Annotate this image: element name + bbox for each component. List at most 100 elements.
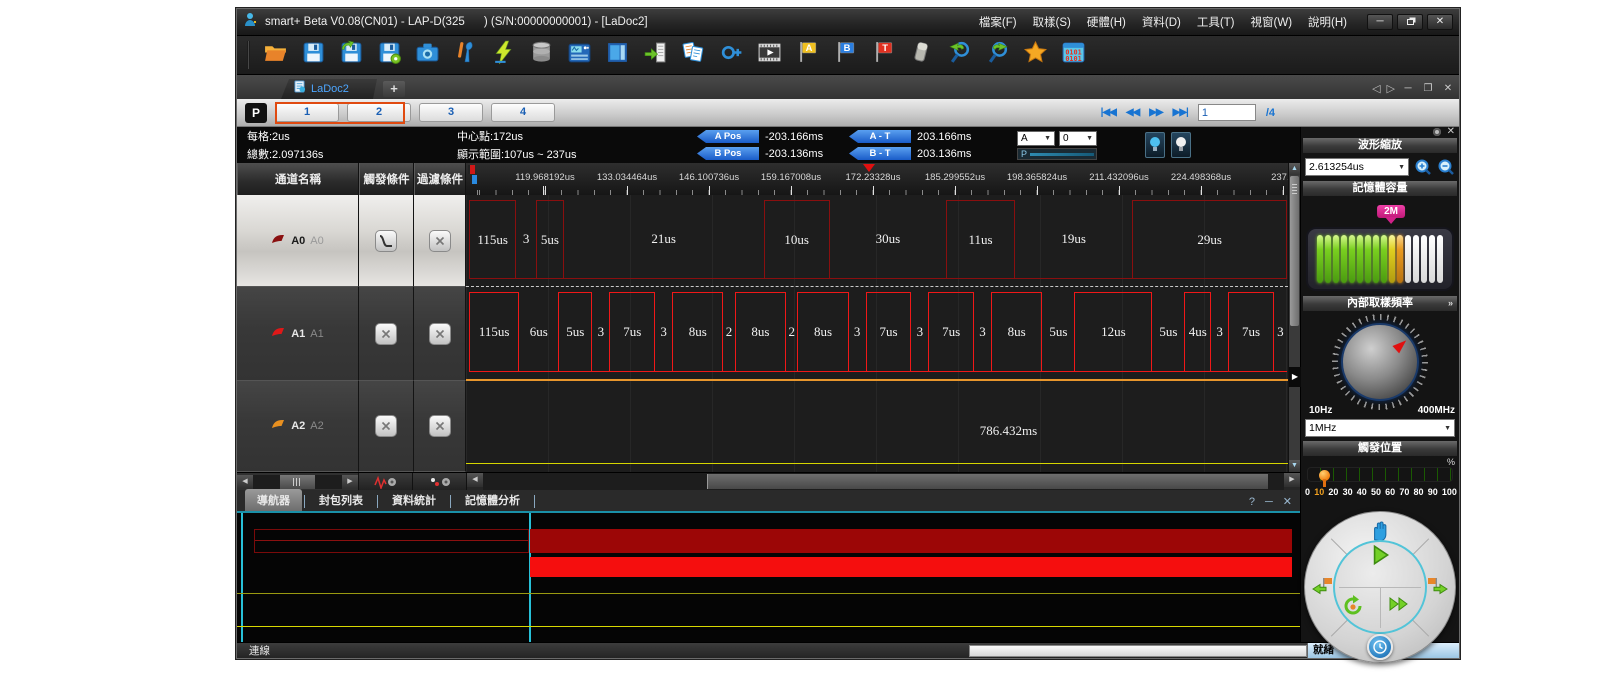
favorite-star-button[interactable] <box>1022 42 1048 68</box>
memory-database-button[interactable] <box>528 42 554 68</box>
bulb-on-button[interactable] <box>1145 132 1165 158</box>
frequency-select[interactable]: 1MHz▼ <box>1305 419 1455 437</box>
pin-icon[interactable] <box>1433 128 1441 136</box>
scroll-left-button[interactable]: ◀ <box>237 475 253 489</box>
bulb-off-button[interactable] <box>1171 132 1191 158</box>
filter-condition-button[interactable] <box>429 230 451 252</box>
go-previous-flag-button[interactable] <box>1311 576 1335 598</box>
menu-item-3[interactable]: 資料(D) <box>1136 11 1187 33</box>
save-settings-button[interactable] <box>376 42 402 68</box>
bottom-tab-1[interactable]: 封包列表 <box>307 489 375 511</box>
repeat-button[interactable] <box>1341 594 1365 618</box>
filter-condition-button[interactable] <box>429 323 451 345</box>
flag-b-button[interactable]: B <box>832 42 858 68</box>
scroll-down-button[interactable]: ▼ <box>1289 460 1300 472</box>
doc-minimize-button[interactable]: ─ <box>1401 83 1415 94</box>
panel-close-button[interactable]: ✕ <box>1283 495 1292 508</box>
tab-scroll-left-icon[interactable]: ◁ <box>1372 82 1380 95</box>
tab-scroll-right-icon[interactable]: ▷ <box>1387 82 1395 95</box>
scroll-up-button[interactable]: ▲ <box>1289 163 1300 175</box>
panel-collapse-button[interactable]: ▶ <box>1289 367 1301 387</box>
column-header-filter-condition[interactable]: 過濾條件 <box>414 163 466 195</box>
flag-a-button[interactable]: A <box>794 42 820 68</box>
trigger-mark-button[interactable] <box>359 473 413 490</box>
acquire-lightning-button[interactable] <box>490 42 516 68</box>
save-as-button[interactable] <box>338 42 364 68</box>
document-tab[interactable]: LaDoc2 <box>281 79 377 99</box>
zoom-out-button[interactable] <box>1436 158 1455 177</box>
doc-restore-button[interactable]: ❐ <box>1421 83 1435 94</box>
waveform-zoom-select[interactable]: 2.613254us▼ <box>1305 158 1409 176</box>
clock-button[interactable] <box>1367 634 1393 660</box>
trigger-condition-button[interactable] <box>375 323 397 345</box>
bottom-tab-2[interactable]: 資料統計 <box>380 489 448 511</box>
waveform-scroll-thumb[interactable] <box>707 474 1268 489</box>
page-button-1[interactable]: 1 <box>275 103 339 122</box>
instrument-button[interactable] <box>566 42 592 68</box>
add-tab-button[interactable]: + <box>383 81 405 97</box>
export-data-button[interactable] <box>642 42 668 68</box>
minimize-button[interactable]: ─ <box>1367 14 1393 30</box>
marker-index-select[interactable]: 0▼ <box>1059 131 1097 146</box>
scroll-right-button[interactable]: ▶ <box>1284 473 1300 487</box>
navigator-canvas[interactable] <box>237 511 1300 642</box>
compare-documents-button[interactable] <box>680 42 706 68</box>
play-button[interactable] <box>1367 542 1393 568</box>
panel-close-icon[interactable]: ✕ <box>1447 127 1455 137</box>
screenshot-button[interactable] <box>414 42 440 68</box>
menu-item-4[interactable]: 工具(T) <box>1191 11 1241 33</box>
scroll-right-button[interactable]: ▶ <box>342 475 358 489</box>
channel-name-cell-a1[interactable]: A1A1 <box>237 287 359 381</box>
trigger-condition-button[interactable] <box>375 230 397 252</box>
bottom-tab-0[interactable]: 導航器 <box>245 489 302 511</box>
flag-t-button[interactable]: T <box>870 42 896 68</box>
go-next-flag-button[interactable] <box>1425 576 1449 598</box>
marker-select[interactable]: A▼ <box>1017 131 1055 146</box>
doc-close-button[interactable]: ✕ <box>1441 83 1455 94</box>
menu-item-6[interactable]: 說明(H) <box>1302 11 1353 33</box>
channel-list-scrollbar[interactable]: ◀ ▶ <box>237 473 359 490</box>
first-page-button[interactable]: |◀◀ <box>1101 107 1116 118</box>
zoom-in-button[interactable] <box>1413 158 1432 177</box>
open-folder-button[interactable] <box>262 42 288 68</box>
panel-help-button[interactable]: ? <box>1249 496 1255 508</box>
save-button[interactable] <box>300 42 326 68</box>
panel-minimize-button[interactable]: ─ <box>1265 496 1273 508</box>
waveform-video-button[interactable] <box>756 42 782 68</box>
vertical-scrollbar[interactable]: ▲ ▶ ▼ <box>1288 163 1300 472</box>
previous-page-button[interactable]: ◀◀ <box>1126 107 1139 118</box>
page-button-4[interactable]: 4 <box>491 103 555 122</box>
menu-item-5[interactable]: 視窗(W) <box>1245 11 1299 33</box>
trigger-position-pin[interactable] <box>1319 470 1330 486</box>
channel-name-cell-a2[interactable]: A2A2 <box>237 381 359 472</box>
filter-mark-button[interactable] <box>413 473 467 490</box>
next-page-button[interactable]: ▶▶ <box>1149 107 1162 118</box>
eraser-button[interactable] <box>908 42 934 68</box>
window-layout-button[interactable] <box>604 42 630 68</box>
b-pos-badge[interactable]: B Pos <box>697 147 759 160</box>
a-pos-badge[interactable]: A Pos <box>697 130 759 143</box>
waveform-a1[interactable]: 115us6us5us37us38us28us28us37us37us38us5… <box>466 287 1288 381</box>
zoom-previous-button[interactable] <box>946 42 972 68</box>
zoom-next-button[interactable] <box>984 42 1010 68</box>
time-ruler[interactable]: 119.968192us133.034464us146.100736us159.… <box>466 163 1288 195</box>
filter-condition-button[interactable] <box>429 415 451 437</box>
fast-forward-button[interactable] <box>1387 594 1411 614</box>
scroll-left-button[interactable]: ◀ <box>467 473 483 487</box>
page-group-badge[interactable]: P <box>245 103 267 123</box>
frequency-knob[interactable] <box>1341 323 1419 401</box>
bus-connector-button[interactable] <box>718 42 744 68</box>
trigger-condition-button[interactable] <box>375 415 397 437</box>
b-t-badge[interactable]: B - T <box>849 147 911 160</box>
waveform-a2[interactable]: 786.432ms <box>466 381 1288 472</box>
expand-icon[interactable]: » <box>1448 296 1453 311</box>
trigger-position-bar[interactable] <box>1307 467 1453 482</box>
waveform-a0[interactable]: 115us35us21us10us30us11us19us29us <box>466 195 1288 287</box>
page-button-3[interactable]: 3 <box>419 103 483 122</box>
channel-name-cell-a0[interactable]: A0A0 <box>237 195 359 287</box>
column-header-channel-name[interactable]: 通道名稱 <box>237 163 359 195</box>
waveform-scrollbar[interactable]: ◀ ▶ <box>467 473 1300 490</box>
close-button[interactable]: ✕ <box>1427 14 1453 30</box>
restore-button[interactable] <box>1397 14 1423 30</box>
a-t-badge[interactable]: A - T <box>849 130 911 143</box>
